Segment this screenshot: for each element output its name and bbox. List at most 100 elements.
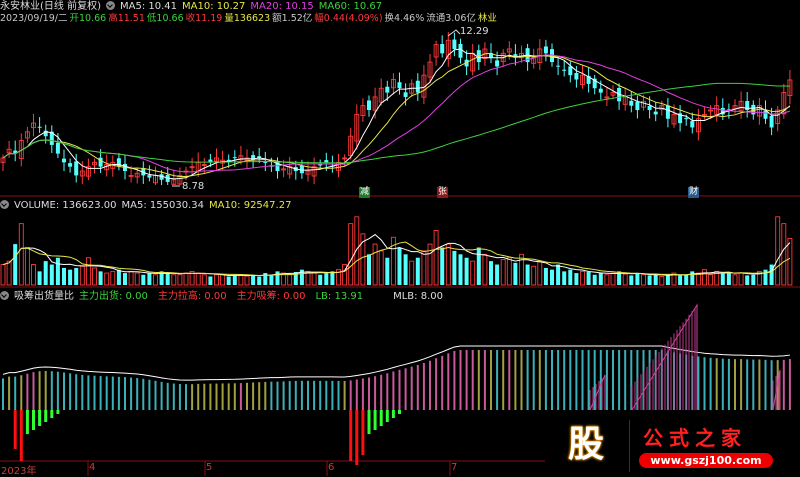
candle-body: [458, 43, 463, 58]
candle-body: [440, 44, 445, 54]
volume-bar: [495, 264, 500, 285]
volume-bar: [116, 269, 121, 285]
volume-bar: [476, 247, 481, 285]
volume-bar: [629, 275, 634, 285]
volume-bar: [49, 264, 54, 285]
volume-bar: [531, 265, 537, 286]
volume-bar: [751, 274, 756, 285]
volume-bar: [68, 269, 73, 285]
time-label: 2023年: [1, 466, 37, 477]
candle-body: [629, 100, 634, 106]
volume-bar: [622, 273, 628, 286]
volume-bar: [452, 250, 457, 285]
candle-body: [635, 101, 640, 111]
volume-bar: [177, 274, 183, 286]
max-price-label: 12.29: [460, 26, 489, 37]
volume-bar: [635, 273, 640, 285]
volume-bar: [556, 264, 561, 285]
volume-ma10: MA10: 92547.27: [208, 200, 292, 211]
volume-bar: [580, 270, 585, 286]
volume-bar: [513, 262, 518, 285]
candle-body: [397, 82, 402, 89]
event-tag-rise[interactable]: 张: [437, 187, 449, 198]
watermark-name: 公式之家: [643, 426, 747, 450]
volume-bar: [378, 250, 384, 286]
volume-header: VOLUME: 136623.00 MA5: 155030.34 MA10: 925…: [0, 200, 296, 212]
watermark: 股 公式之家 www.gszj100.com: [555, 420, 795, 472]
volume-bar: [506, 257, 512, 286]
volume-bar: [415, 257, 420, 285]
volume-bar: [85, 257, 91, 286]
volume-bar: [123, 273, 127, 285]
watermark-logo: 股: [567, 424, 604, 465]
volume-bar: [43, 261, 48, 285]
volume-bar: [238, 275, 244, 286]
volume-bar: [537, 260, 543, 286]
volume-bar: [562, 271, 567, 285]
volume-bar: [745, 275, 750, 285]
volume-bar: [171, 274, 177, 286]
time-label: 6: [328, 462, 335, 473]
volume-bar: [275, 271, 280, 285]
volume-bar: [403, 254, 408, 285]
volume-bar: [445, 243, 451, 286]
candle-body: [653, 111, 658, 115]
volume-bar: [543, 267, 548, 285]
volume-bar: [269, 274, 274, 285]
volume-bar: [610, 272, 616, 286]
volume-bar: [18, 223, 24, 286]
volume-bar: [702, 269, 707, 286]
volume-bar: [464, 257, 469, 285]
candle-body: [769, 115, 774, 128]
volume-bar: [104, 272, 110, 286]
volume-bar: [525, 264, 530, 285]
dropdown-chevron-icon[interactable]: [0, 200, 9, 209]
indicator-line: [2, 345, 790, 381]
candle-body: [367, 100, 371, 111]
time-label: 5: [206, 462, 213, 473]
volume-bar: [330, 271, 335, 285]
volume-bar: [134, 272, 140, 286]
time-label: 4: [89, 462, 96, 473]
volume-bar: [287, 274, 293, 286]
candle-body: [147, 175, 152, 178]
volume-bar: [500, 258, 506, 286]
volume-bar: [220, 274, 226, 286]
volume-bar: [738, 272, 744, 286]
volume-ma10-line: [2, 241, 791, 276]
min-price-label: 8.78: [182, 181, 205, 192]
event-tag-finance[interactable]: 财: [688, 187, 700, 198]
volume-bar: [128, 270, 134, 286]
volume-bar: [24, 247, 30, 286]
volume-bar: [586, 272, 591, 285]
volume-bar: [208, 276, 213, 285]
volume-bar: [720, 273, 725, 285]
stock-chart[interactable]: [0, 0, 800, 476]
event-tag-reduce[interactable]: 减: [359, 187, 371, 198]
volume-bar: [98, 271, 103, 285]
volume-bar: [165, 273, 170, 285]
volume-bar: [141, 274, 146, 285]
volume-bar: [372, 243, 378, 286]
volume-bar: [592, 274, 597, 285]
candle-body: [98, 157, 103, 167]
volume-bar: [244, 275, 250, 286]
volume-bar: [482, 253, 488, 286]
volume-bar: [79, 265, 85, 286]
volume-bar: [318, 274, 323, 285]
volume-bar: [659, 276, 665, 286]
volume-bar: [641, 274, 646, 286]
candle-body: [415, 80, 420, 93]
volume-bar: [0, 264, 6, 286]
dropdown-chevron-icon[interactable]: [0, 291, 9, 300]
volume-bar: [684, 274, 689, 285]
candle-body: [574, 73, 579, 80]
indicator-fan-outline: [589, 374, 606, 411]
volume-bar: [385, 257, 390, 285]
candle-body: [74, 161, 79, 176]
volume-bar: [311, 272, 317, 286]
volume-ma5: MA5: 155030.34: [121, 200, 204, 211]
candle-body: [403, 92, 408, 97]
indicator-out: 主力出货: 0.00: [79, 291, 148, 302]
volume-bar: [409, 260, 415, 286]
